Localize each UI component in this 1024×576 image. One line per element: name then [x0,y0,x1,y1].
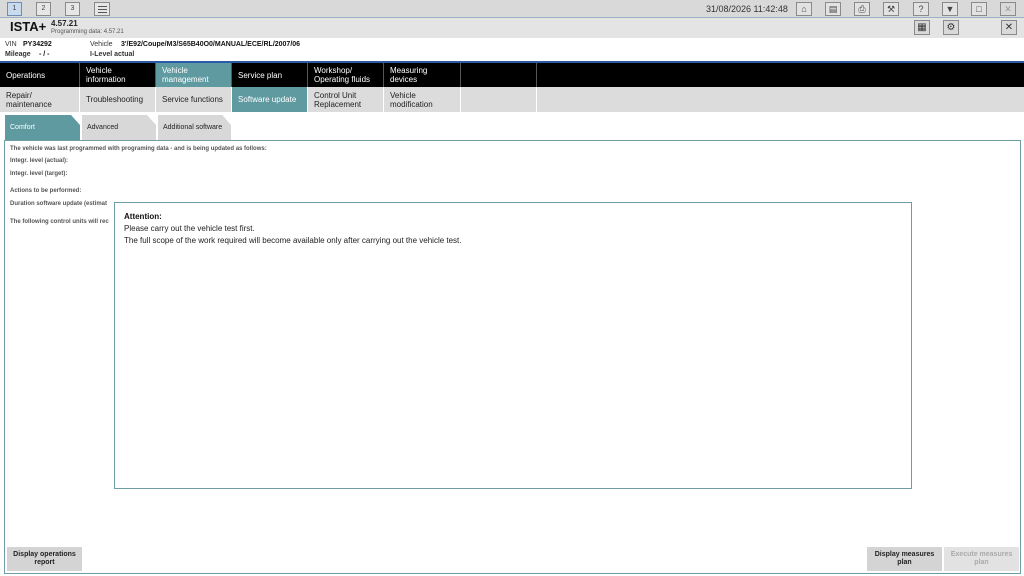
app-header: ISTA+ 4.57.21 Programming data: 4.57.21 … [0,18,1024,38]
app-version: 4.57.21 [51,19,78,28]
nav-troubleshooting[interactable]: Troubleshooting [80,87,156,112]
nav-control-unit-replacement[interactable]: Control Unit Replacement [308,87,384,112]
document-icon[interactable]: ▦ [914,20,930,35]
programming-status-text: The vehicle was last programmed with pro… [10,146,267,152]
nav-operations[interactable]: Operations [0,63,80,87]
main-navigation: Operations Vehicle information Vehicle m… [0,63,1024,87]
system-toolbar: 1 2 3 31/08/2026 11:42:48 ⌂ ▤ ⎙ ⚒ ? ▼ □ … [0,0,1024,18]
dialog-message-2: The full scope of the work required will… [124,236,462,245]
display-measures-plan-button[interactable]: Display measures plan [867,547,942,571]
nav-service-functions[interactable]: Service functions [156,87,232,112]
tab-advanced[interactable]: Advanced [82,115,156,140]
function-tabs: Comfort Advanced Additional software [0,113,1024,140]
nav-software-update[interactable]: Software update [232,87,308,112]
help-icon[interactable]: ? [913,2,929,16]
nav-service-plan[interactable]: Service plan [232,63,308,87]
nav-vehicle-information[interactable]: Vehicle information [80,63,156,87]
attention-dialog: Attention: Please carry out the vehicle … [114,202,912,489]
integration-level-actual-label: Integr. level (actual): [10,158,69,164]
integration-level-target-label: Integr. level (target): [10,171,68,177]
datetime: 31/08/2026 11:42:48 [706,4,788,14]
nav-empty-slot [461,63,537,87]
app-title: ISTA+ [10,19,47,34]
nav-vehicle-management[interactable]: Vehicle management [156,63,232,87]
close-icon[interactable]: ✕ [1000,2,1016,16]
wrench-icon[interactable]: ⚒ [883,2,899,16]
session-3-button[interactable]: 3 [65,2,80,16]
actions-label: Actions to be performed: [10,188,82,194]
printer-icon[interactable]: ⎙ [854,2,870,16]
vehicle-info-bar: VIN PY34292 Vehicle 3'/E92/Coupe/M3/S65B… [0,38,1024,61]
dialog-title: Attention: [124,212,162,221]
mileage-label: Mileage [5,51,31,58]
restore-icon[interactable]: □ [971,2,987,16]
gear-icon[interactable]: ⚙ [943,20,959,35]
vehicle-value: 3'/E92/Coupe/M3/S65B40O0/MANUAL/ECE/RL/2… [121,41,301,48]
book-icon[interactable]: ▤ [825,2,841,16]
programming-data-label: Programming data: 4.57.21 [51,29,124,35]
tab-additional-software[interactable]: Additional software [158,115,231,140]
home-icon[interactable]: ⌂ [796,2,812,16]
nav-workshop-operating-fluids[interactable]: Workshop/ Operating fluids [308,63,384,87]
i-level-label: I-Level actual [90,51,135,58]
duration-label: Duration software update (estimat [10,201,108,207]
tab-comfort[interactable]: Comfort [5,115,80,140]
execute-measures-plan-button[interactable]: Execute measures plan [944,547,1019,571]
mileage-value: - / - [39,51,50,58]
control-units-label: The following control units will rec [10,219,109,225]
close-icon[interactable]: ✕ [1001,20,1017,35]
session-1-button[interactable]: 1 [7,2,22,16]
sub-navigation: Repair/ maintenance Troubleshooting Serv… [0,87,1024,112]
dialog-message-1: Please carry out the vehicle test first. [124,224,255,233]
vin-label: VIN [5,41,17,48]
nav-empty-slot [461,87,537,112]
nav-vehicle-modification[interactable]: Vehicle modification [384,87,461,112]
vin-value: PY34292 [23,41,52,48]
minimize-icon[interactable]: ▼ [942,2,958,16]
session-2-button[interactable]: 2 [36,2,51,16]
vehicle-label: Vehicle [90,41,113,48]
display-operations-report-button[interactable]: Display operations report [7,547,82,571]
nav-repair-maintenance[interactable]: Repair/ maintenance [0,87,80,112]
list-icon[interactable] [94,2,110,16]
nav-measuring-devices[interactable]: Measuring devices [384,63,461,87]
